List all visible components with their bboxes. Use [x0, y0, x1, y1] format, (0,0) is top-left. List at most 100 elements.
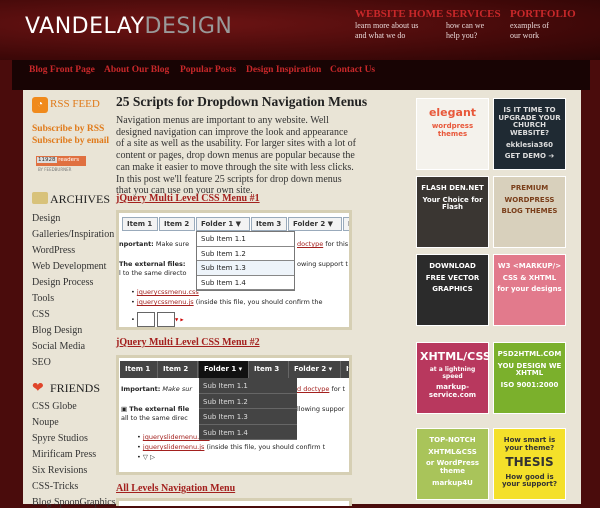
menu-tab: Item 2	[159, 217, 195, 231]
ad-text: CSS & XHTML	[502, 273, 557, 282]
nav-contact-us[interactable]: Contact Us	[330, 65, 375, 75]
submenu-item: Sub Item 1.2	[199, 394, 297, 409]
archive-link[interactable]: Social Media	[32, 341, 85, 352]
subscribe-email-link[interactable]: Subscribe by email	[32, 136, 109, 146]
ad-banner[interactable]: PREMIUM WORDPRESS BLOG THEMES	[493, 176, 566, 248]
ad-text: How smart is your theme?	[503, 436, 556, 452]
ad-banner[interactable]: DOWNLOAD FREE VECTOR GRAPHICS	[416, 254, 489, 326]
menu-tab: It	[341, 361, 349, 378]
ad-text: markup4U	[432, 478, 473, 487]
heart-icon: ❤	[32, 381, 44, 396]
friends-heading: FRIENDS	[50, 381, 101, 395]
ad-text: GRAPHICS	[432, 285, 473, 294]
feedburner-badge[interactable]: 11928 readers	[36, 156, 86, 166]
section-link-2[interactable]: jQuery Multi Level CSS Menu #2	[116, 337, 260, 348]
nav-design-inspiration[interactable]: Design Inspiration	[246, 65, 321, 75]
menu-tab: Item 2	[158, 361, 198, 378]
top-link-services[interactable]: SERVICES how can we help you?	[446, 8, 501, 41]
ad-banner[interactable]: PSD2HTML.COM YOU DESIGN WE XHTML ISO 9001:…	[493, 342, 566, 414]
ad-banner[interactable]: TOP-NOTCH XHTML&CSS or WordPress theme mark…	[416, 428, 489, 500]
nav-about-our-blog[interactable]: About Our Blog	[104, 65, 169, 75]
nav-blog-front-page[interactable]: Blog Front Page	[29, 65, 95, 75]
ad-text: FREE VECTOR	[425, 273, 480, 282]
friend-link[interactable]: Spyre Studios	[32, 433, 88, 444]
menu-tab: Folder 1 ▾	[199, 361, 249, 378]
subscribe-rss-link[interactable]: Subscribe by RSS	[32, 124, 104, 134]
friend-link[interactable]: CSS Globe	[32, 401, 77, 412]
ad-banner[interactable]: W3 <MARKUP/> CSS & XHTML for your designs	[493, 254, 566, 326]
friend-link[interactable]: Noupe	[32, 417, 59, 428]
archives-heading: ARCHIVES	[50, 192, 111, 206]
ad-text: IS IT TIME TO UPGRADE YOUR CHURCH WEBSIT…	[498, 106, 561, 138]
screenshot-menu-1: Item 1 Item 2 Folder 1 ▼ Item 3 Folder 2…	[116, 210, 352, 330]
rss-icon[interactable]: ◔	[32, 97, 48, 113]
rss-feed-link[interactable]: RSS FEED	[50, 98, 100, 110]
ad-text: elegant	[428, 106, 477, 119]
friend-link[interactable]: Six Revisions	[32, 465, 87, 476]
ad-banner[interactable]: elegant wordpress themes	[416, 98, 489, 170]
ad-text: PSD2HTML.COM	[497, 350, 562, 358]
ad-text: GET DEMO ➔	[504, 152, 555, 161]
ad-text: markup-service.com	[428, 383, 477, 399]
ad-banner[interactable]: FLASH DEN.NET Your Choice for Flash	[416, 176, 489, 248]
ad-text: Your Choice for Flash	[422, 195, 483, 212]
top-link-website-home[interactable]: WEBSITE HOME learn more about us and what …	[355, 8, 443, 41]
main-nav: Blog Front Page About Our Blog Popular P…	[12, 60, 590, 90]
archive-link[interactable]: Galleries/Inspiration	[32, 229, 114, 240]
dropdown-menu: Sub Item 1.1 Sub Item 1.2 Sub Item 1.3 S…	[196, 231, 295, 291]
ad-text: XHTML&CSS	[428, 447, 477, 456]
ad-text: BLOG THEMES	[501, 207, 558, 216]
ad-text: PREMIUM	[510, 184, 549, 192]
archive-link[interactable]: SEO	[32, 357, 51, 368]
ad-text: THESIS	[505, 455, 554, 470]
archive-link[interactable]: Design Process	[32, 277, 93, 288]
friend-link[interactable]: CSS-Tricks	[32, 481, 78, 492]
submenu-item: Sub Item 1.3	[199, 409, 297, 425]
section-link-3[interactable]: All Levels Navigation Menu	[116, 483, 235, 494]
post-title: 25 Scripts for Dropdown Navigation Menus	[116, 94, 368, 109]
feedburner-label: BY FEEDBURNER	[38, 167, 72, 172]
ad-text: ekklesia360	[505, 140, 554, 149]
archive-link[interactable]: WordPress	[32, 245, 75, 256]
archive-link[interactable]: Blog Design	[32, 325, 82, 336]
submenu-item: Sub Item 1.1	[197, 232, 294, 247]
submenu-item: Sub Item 1.4	[199, 425, 297, 440]
ad-text: ISO 9001:2000	[500, 381, 559, 390]
menu-tab: Item 3	[251, 217, 287, 231]
ad-banner[interactable]: How smart is your theme? THESIS How good i…	[493, 428, 566, 500]
ad-text: for your designs	[497, 285, 562, 294]
friend-link[interactable]: Mirificam Press	[32, 449, 96, 460]
friend-link[interactable]: Blog SpoonGraphics	[32, 497, 116, 508]
ad-text: TOP-NOTCH	[429, 436, 476, 444]
menu-tab: It	[343, 217, 349, 231]
submenu-item: Sub Item 1.4	[197, 276, 294, 290]
ad-text: FLASH DEN.NET	[421, 184, 484, 192]
archive-link[interactable]: Tools	[32, 293, 54, 304]
ad-text: XHTML/CSS	[420, 350, 489, 363]
ad-text: or WordPress theme	[425, 459, 480, 476]
ad-banner[interactable]: XHTML/CSS at a lightning speed markup-serv…	[416, 342, 489, 414]
submenu-item: Sub Item 1.3	[197, 261, 294, 276]
menu-tab: Folder 2 ▾	[289, 361, 341, 378]
folder-icon	[32, 192, 48, 204]
archive-link[interactable]: Design	[32, 213, 60, 224]
ad-text: W3 <MARKUP/>	[497, 262, 562, 270]
section-link-1[interactable]: jQuery Multi Level CSS Menu #1	[116, 193, 260, 204]
ad-text: YOU DESIGN WE XHTML	[497, 361, 562, 378]
screenshot-menu-2: Item 1 Item 2 Folder 1 ▾ Item 3 Folder 2…	[116, 355, 352, 475]
menu-tab: Folder 1 ▼	[196, 217, 250, 231]
menu-tab: Item 1	[122, 217, 158, 231]
post-body: Navigation menus are important to any we…	[116, 115, 356, 197]
archive-link[interactable]: Web Development	[32, 261, 106, 272]
submenu-item: Sub Item 1.1	[199, 378, 297, 394]
ad-text: wordpress themes	[431, 122, 474, 138]
logo[interactable]: VANDELAYDESIGN	[25, 14, 232, 39]
ad-banner[interactable]: IS IT TIME TO UPGRADE YOUR CHURCH WEBSIT…	[493, 98, 566, 170]
ad-text: WORDPRESS	[504, 195, 555, 204]
top-link-portfolio[interactable]: PORTFOLIO examples of our work	[510, 8, 576, 41]
dropdown-menu: Sub Item 1.1 Sub Item 1.2 Sub Item 1.3 S…	[199, 378, 297, 440]
ad-text: How good is your support?	[501, 472, 558, 489]
archive-link[interactable]: CSS	[32, 309, 50, 320]
nav-popular-posts[interactable]: Popular Posts	[180, 65, 236, 75]
submenu-item: Sub Item 1.2	[197, 247, 294, 261]
